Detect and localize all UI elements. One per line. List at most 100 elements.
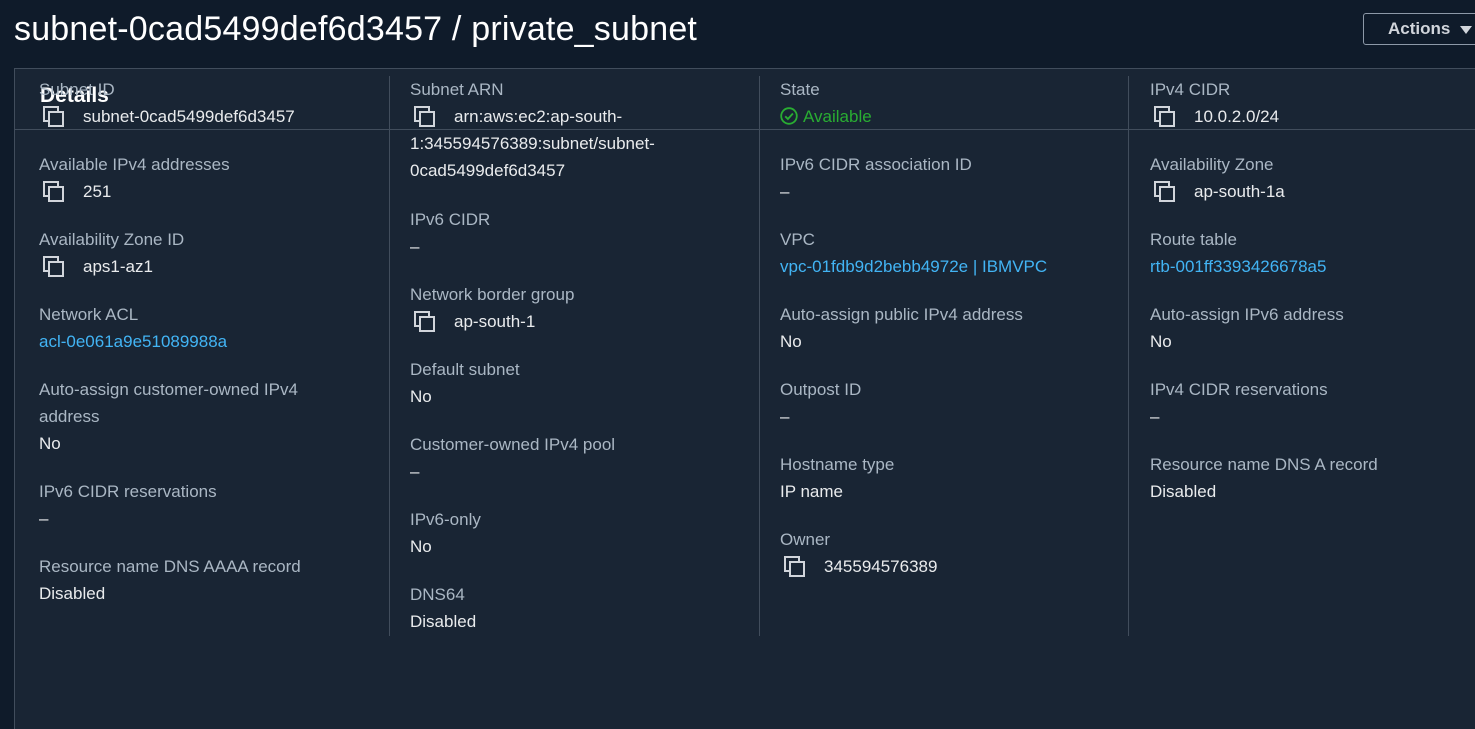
ipv6-cidr-value: – bbox=[410, 237, 420, 256]
dns64-value: Disabled bbox=[410, 612, 477, 631]
copy-icon[interactable] bbox=[414, 106, 436, 128]
ipv6-assoc-label: IPv6 CIDR association ID bbox=[780, 155, 972, 174]
copy-icon[interactable] bbox=[1154, 106, 1176, 128]
az-label: Availability Zone bbox=[1150, 155, 1274, 174]
customer-owned-field: Auto-assign customer-owned IPv4 address … bbox=[39, 376, 339, 457]
default-subnet-label: Default subnet bbox=[410, 360, 520, 379]
dns-a-label: Resource name DNS A record bbox=[1150, 455, 1378, 474]
route-table-label: Route table bbox=[1150, 230, 1237, 249]
customer-owned-label: Auto-assign customer-owned IPv4 address bbox=[39, 380, 298, 426]
ipv6-assoc-field: IPv6 CIDR association ID – bbox=[780, 151, 1120, 205]
dns64-label: DNS64 bbox=[410, 585, 465, 604]
network-acl-field: Network ACL acl-0e061a9e51089988a bbox=[39, 301, 379, 355]
subnet-arn-line-1: arn:aws:ec2:ap-south- bbox=[454, 107, 623, 126]
outpost-label: Outpost ID bbox=[780, 380, 862, 399]
copy-icon[interactable] bbox=[784, 556, 806, 578]
caret-down-icon bbox=[1460, 25, 1473, 34]
dns64-field: DNS64 Disabled bbox=[410, 581, 750, 635]
dns-a-value: Disabled bbox=[1150, 482, 1217, 501]
default-subnet-field: Default subnet No bbox=[410, 356, 750, 410]
ipv6-reservations-field: IPv6 CIDR reservations – bbox=[39, 478, 379, 532]
ipv6-reservations-value: – bbox=[39, 509, 49, 528]
default-subnet-value: No bbox=[410, 387, 432, 406]
copy-icon[interactable] bbox=[43, 181, 65, 203]
vpc-field: VPC vpc-01fdb9d2bebb4972e | IBMVPC bbox=[780, 226, 1120, 280]
state-value: Available bbox=[780, 103, 1120, 130]
border-group-value: ap-south-1 bbox=[454, 312, 536, 331]
outpost-value: – bbox=[780, 407, 790, 426]
hostname-field: Hostname type IP name bbox=[780, 451, 1120, 505]
copy-icon[interactable] bbox=[43, 106, 65, 128]
auto-ipv6-field: Auto-assign IPv6 address No bbox=[1150, 301, 1450, 355]
ipv4-reservations-value: – bbox=[1150, 407, 1160, 426]
ipv6-only-field: IPv6-only No bbox=[410, 506, 750, 560]
auto-public-value: No bbox=[780, 332, 802, 351]
dns-aaaa-field: Resource name DNS AAAA record Disabled bbox=[39, 553, 379, 607]
actions-label: Actions bbox=[1388, 19, 1451, 38]
column-divider bbox=[389, 76, 390, 636]
subnet-id-label: Subnet ID bbox=[39, 80, 115, 99]
ipv6-cidr-field: IPv6 CIDR – bbox=[410, 206, 750, 260]
state-text: Available bbox=[803, 107, 872, 126]
state-label: State bbox=[780, 80, 820, 99]
state-field: State Available bbox=[780, 76, 1120, 130]
customer-pool-label: Customer-owned IPv4 pool bbox=[410, 435, 616, 454]
copy-icon[interactable] bbox=[43, 256, 65, 278]
subnet-id-value: subnet-0cad5499def6d3457 bbox=[83, 107, 295, 126]
az-id-value: aps1-az1 bbox=[83, 257, 153, 276]
vpc-link[interactable]: vpc-01fdb9d2bebb4972e | IBMVPC bbox=[780, 253, 1120, 280]
ipv6-only-value: No bbox=[410, 537, 432, 556]
subnet-arn-label: Subnet ARN bbox=[410, 80, 504, 99]
border-group-label: Network border group bbox=[410, 285, 575, 304]
border-group-field: Network border group ap-south-1 bbox=[410, 281, 750, 335]
az-field: Availability Zone ap-south-1a bbox=[1150, 151, 1450, 205]
network-acl-link[interactable]: acl-0e061a9e51089988a bbox=[39, 328, 379, 355]
dns-aaaa-value: Disabled bbox=[39, 584, 106, 603]
ipv4-reservations-field: IPv4 CIDR reservations – bbox=[1150, 376, 1450, 430]
customer-pool-value: – bbox=[410, 462, 420, 481]
available-ipv4-field: Available IPv4 addresses 251 bbox=[39, 151, 379, 205]
owner-label: Owner bbox=[780, 530, 831, 549]
subnet-arn-line-3: 0cad5499def6d3457 bbox=[410, 161, 566, 180]
ipv6-only-label: IPv6-only bbox=[410, 510, 481, 529]
actions-button[interactable]: Actions bbox=[1363, 13, 1475, 45]
az-id-field: Availability Zone ID aps1-az1 bbox=[39, 226, 379, 280]
check-circle-icon bbox=[780, 107, 798, 125]
dns-a-field: Resource name DNS A record Disabled bbox=[1150, 451, 1450, 505]
ipv4-cidr-value: 10.0.2.0/24 bbox=[1194, 107, 1280, 126]
ipv4-reservations-label: IPv4 CIDR reservations bbox=[1150, 380, 1328, 399]
ipv4-cidr-label: IPv4 CIDR bbox=[1150, 80, 1231, 99]
auto-ipv6-label: Auto-assign IPv6 address bbox=[1150, 305, 1344, 324]
available-ipv4-label: Available IPv4 addresses bbox=[39, 155, 230, 174]
page-title: subnet-0cad5499def6d3457 / private_subne… bbox=[14, 10, 698, 48]
available-ipv4-value: 251 bbox=[83, 182, 112, 201]
auto-ipv6-value: No bbox=[1150, 332, 1172, 351]
copy-icon[interactable] bbox=[1154, 181, 1176, 203]
ipv4-cidr-field: IPv4 CIDR 10.0.2.0/24 bbox=[1150, 76, 1450, 130]
column-divider bbox=[1128, 76, 1129, 636]
outpost-field: Outpost ID – bbox=[780, 376, 1120, 430]
network-acl-label: Network ACL bbox=[39, 305, 139, 324]
az-id-label: Availability Zone ID bbox=[39, 230, 185, 249]
ipv6-cidr-label: IPv6 CIDR bbox=[410, 210, 491, 229]
hostname-label: Hostname type bbox=[780, 455, 895, 474]
subnet-arn-line-2: 1:345594576389:subnet/subnet- bbox=[410, 134, 655, 153]
auto-public-label: Auto-assign public IPv4 address bbox=[780, 305, 1023, 324]
customer-pool-field: Customer-owned IPv4 pool – bbox=[410, 431, 750, 485]
subnet-id-field: Subnet ID subnet-0cad5499def6d3457 bbox=[39, 76, 379, 130]
vpc-label: VPC bbox=[780, 230, 815, 249]
ipv6-assoc-value: – bbox=[780, 182, 790, 201]
owner-field: Owner 345594576389 bbox=[780, 526, 1120, 580]
route-table-field: Route table rtb-001ff3393426678a5 bbox=[1150, 226, 1450, 280]
customer-owned-value: No bbox=[39, 434, 61, 453]
column-divider bbox=[759, 76, 760, 636]
az-value: ap-south-1a bbox=[1194, 182, 1285, 201]
subnet-arn-field: Subnet ARN arn:aws:ec2:ap-south- 1:34559… bbox=[410, 76, 750, 184]
ipv6-reservations-label: IPv6 CIDR reservations bbox=[39, 482, 217, 501]
auto-public-field: Auto-assign public IPv4 address No bbox=[780, 301, 1120, 355]
copy-icon[interactable] bbox=[414, 311, 436, 333]
owner-value: 345594576389 bbox=[824, 557, 938, 576]
dns-aaaa-label: Resource name DNS AAAA record bbox=[39, 557, 301, 576]
route-table-link[interactable]: rtb-001ff3393426678a5 bbox=[1150, 253, 1450, 280]
hostname-value: IP name bbox=[780, 482, 844, 501]
